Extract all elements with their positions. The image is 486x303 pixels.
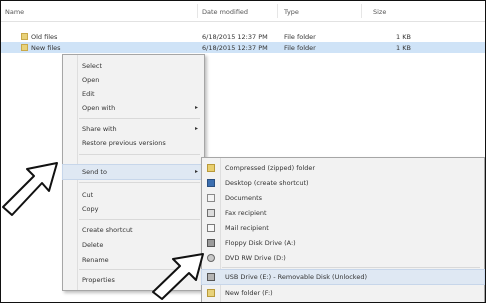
documents-icon: [207, 194, 215, 202]
column-divider[interactable]: [197, 4, 198, 18]
submenu-item-usb-drive[interactable]: USB Drive (E:) - Removable Disk (Unlocke…: [201, 269, 485, 285]
folder-icon: [207, 289, 215, 297]
dvd-drive-icon: [207, 254, 215, 262]
pointer-arrow-icon: [152, 253, 204, 300]
submenu-item-new-folder[interactable]: New folder (F:): [202, 286, 484, 300]
submenu-item-floppy-drive[interactable]: Floppy Disk Drive (A:): [202, 236, 484, 250]
menu-item-cut[interactable]: Cut: [63, 188, 204, 202]
file-size: 1 KB: [396, 33, 411, 41]
file-explorer-window: Name Date modified Type Size Old files 6…: [0, 0, 486, 303]
menu-separator: [79, 118, 200, 119]
submenu-item-fax-recipient[interactable]: Fax recipient: [202, 206, 484, 220]
file-type: File folder: [284, 33, 316, 41]
column-header-bar: Name Date modified Type Size: [1, 1, 485, 22]
menu-item-send-to[interactable]: Send to ▸: [62, 164, 205, 180]
menu-item-select[interactable]: Select: [63, 59, 204, 73]
submenu-item-mail-recipient[interactable]: Mail recipient: [202, 221, 484, 235]
menu-separator: [79, 219, 200, 220]
mail-icon: [207, 224, 215, 232]
zip-folder-icon: [207, 164, 215, 172]
submenu-arrow-icon: ▸: [194, 104, 198, 111]
file-name: New files: [31, 44, 61, 52]
menu-item-share-with[interactable]: Share with ▸: [63, 122, 204, 136]
column-date-modified[interactable]: Date modified: [202, 8, 248, 16]
file-type: File folder: [284, 44, 316, 52]
column-size[interactable]: Size: [373, 8, 386, 16]
menu-item-restore-versions[interactable]: Restore previous versions: [63, 136, 204, 150]
menu-item-edit[interactable]: Edit: [63, 87, 204, 101]
folder-icon: [21, 33, 28, 40]
file-size: 1 KB: [396, 44, 411, 52]
menu-item-delete[interactable]: Delete: [63, 238, 204, 252]
file-row-selected[interactable]: New files 6/18/2015 12:37 PM File folder…: [1, 42, 485, 53]
pointer-arrow-icon: [2, 162, 58, 216]
menu-item-create-shortcut[interactable]: Create shortcut: [63, 223, 204, 237]
floppy-drive-icon: [207, 239, 215, 247]
file-row[interactable]: Old files 6/18/2015 12:37 PM File folder…: [1, 31, 485, 42]
menu-separator: [79, 154, 200, 155]
submenu-item-compressed-folder[interactable]: Compressed (zipped) folder: [202, 161, 484, 175]
submenu-arrow-icon: ▸: [194, 168, 198, 175]
submenu-arrow-icon: ▸: [194, 125, 198, 132]
column-name[interactable]: Name: [5, 8, 24, 16]
menu-separator: [222, 267, 480, 268]
send-to-submenu: Compressed (zipped) folder Desktop (crea…: [201, 157, 485, 302]
file-date: 6/18/2015 12:37 PM: [202, 44, 268, 52]
fax-icon: [207, 209, 215, 217]
menu-item-copy[interactable]: Copy: [63, 202, 204, 216]
menu-separator: [79, 182, 200, 183]
file-date: 6/18/2015 12:37 PM: [202, 33, 268, 41]
submenu-item-documents[interactable]: Documents: [202, 191, 484, 205]
file-name: Old files: [31, 33, 58, 41]
submenu-item-desktop[interactable]: Desktop (create shortcut): [202, 176, 484, 190]
column-divider[interactable]: [277, 4, 278, 18]
folder-icon: [21, 44, 28, 51]
column-divider[interactable]: [361, 4, 362, 18]
menu-item-open-with[interactable]: Open with ▸: [63, 101, 204, 115]
menu-item-open[interactable]: Open: [63, 73, 204, 87]
submenu-item-dvd-drive[interactable]: DVD RW Drive (D:): [202, 251, 484, 265]
usb-drive-icon: [207, 273, 215, 281]
desktop-icon: [207, 179, 215, 187]
column-type[interactable]: Type: [284, 8, 299, 16]
